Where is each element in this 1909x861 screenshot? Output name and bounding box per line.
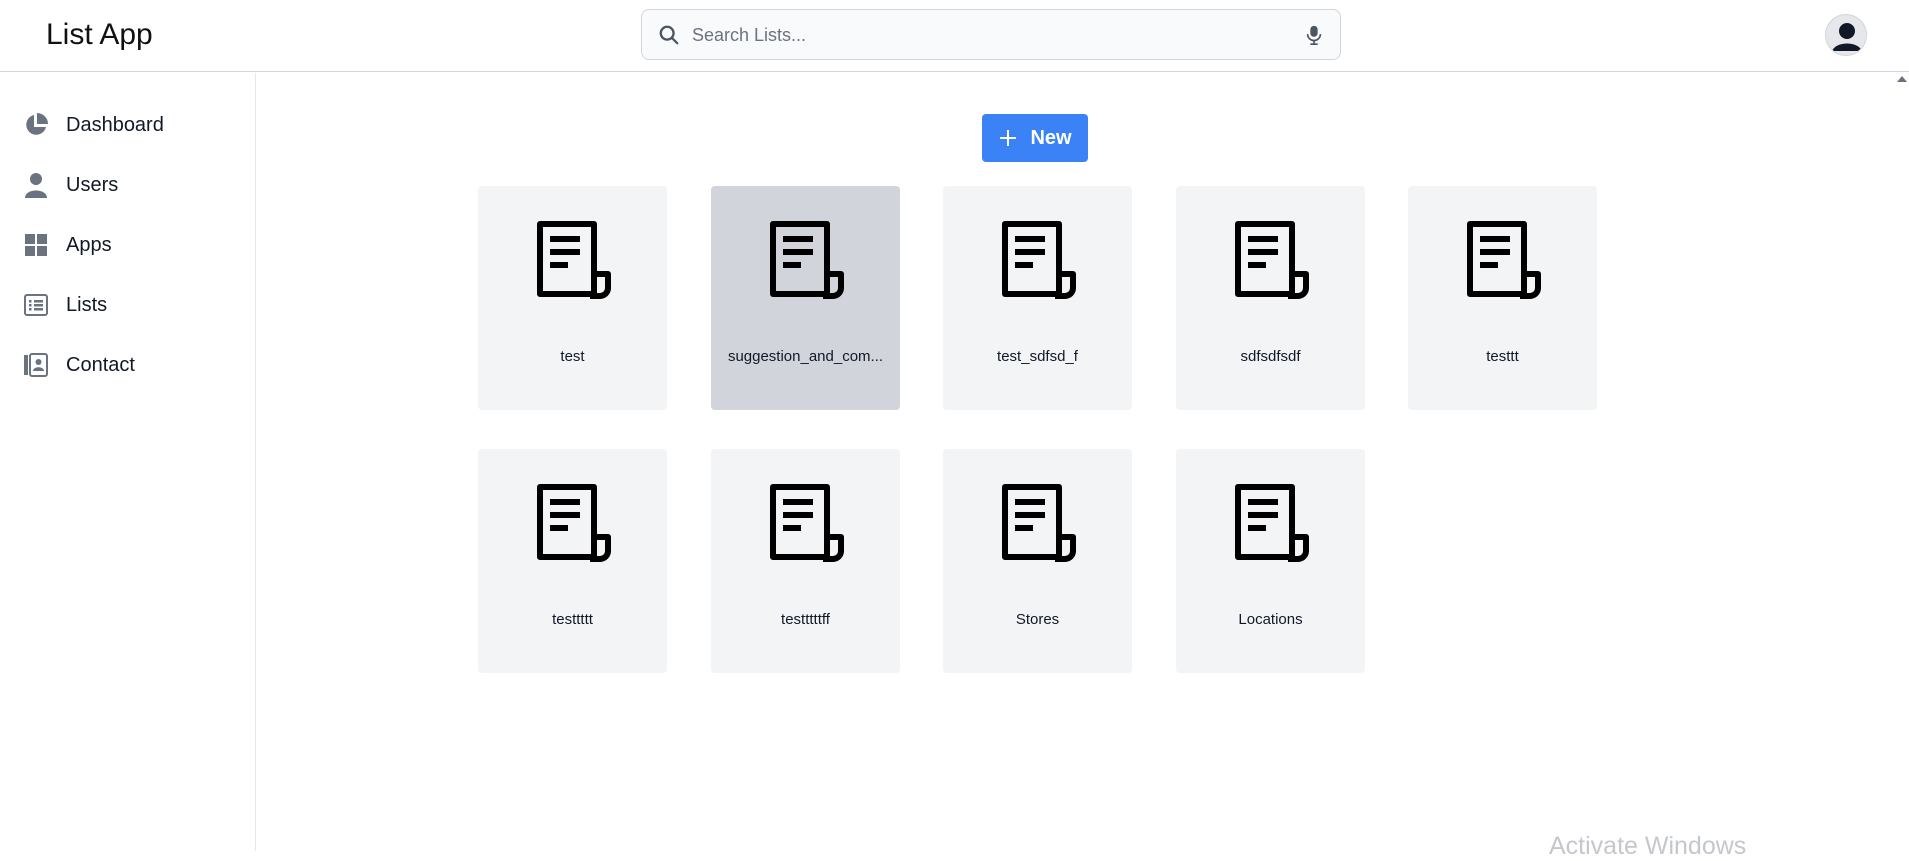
list-card-label: Locations [1238, 611, 1303, 628]
sidebar: Dashboard Users Apps Lists Contact [0, 73, 256, 851]
list-card[interactable]: Locations [1176, 449, 1365, 673]
list-card[interactable]: testtttt [478, 449, 667, 673]
search-icon [659, 25, 679, 45]
sidebar-item-contact[interactable]: Contact [22, 345, 242, 385]
list-card[interactable]: Stores [943, 449, 1132, 673]
sidebar-item-label: Lists [66, 293, 108, 316]
list-icon [22, 291, 50, 319]
search-input[interactable] [692, 18, 1272, 52]
list-card[interactable]: testttttff [711, 449, 900, 673]
list-card[interactable]: suggestion_and_com... [711, 186, 900, 410]
sidebar-item-apps[interactable]: Apps [22, 225, 242, 265]
document-icon [1226, 479, 1316, 569]
list-card-label: testtttt [552, 611, 593, 628]
scrollbar-up-arrow[interactable] [1897, 76, 1907, 82]
top-bar: List App [0, 0, 1909, 72]
list-card[interactable]: sdfsdfsdf [1176, 186, 1365, 410]
sidebar-item-label: Contact [66, 353, 135, 376]
pie-chart-icon [22, 111, 50, 139]
new-button-label: New [1030, 126, 1072, 149]
user-circle-icon [1827, 16, 1866, 55]
document-icon [993, 216, 1083, 306]
sidebar-item-dashboard[interactable]: Dashboard [22, 105, 242, 145]
grid-icon [22, 231, 50, 259]
user-icon [22, 171, 50, 199]
search-bar[interactable] [641, 9, 1341, 60]
user-avatar[interactable] [1825, 14, 1867, 56]
document-icon [761, 479, 851, 569]
list-card-label: test [560, 348, 585, 365]
new-list-button[interactable]: New [982, 114, 1088, 162]
document-icon [761, 216, 851, 306]
document-icon [993, 479, 1083, 569]
list-card[interactable]: test [478, 186, 667, 410]
document-icon [1458, 216, 1548, 306]
main-content: New test suggestion_and_com... test_sdfsd_… [257, 73, 1909, 851]
sidebar-item-users[interactable]: Users [22, 165, 242, 205]
list-card-label: suggestion_and_com... [727, 348, 884, 365]
list-card-label: testtt [1486, 348, 1519, 365]
document-icon [528, 216, 618, 306]
document-icon [528, 479, 618, 569]
plus-icon [1000, 130, 1017, 146]
list-card-label: sdfsdfsdf [1240, 348, 1301, 365]
list-card-label: test_sdfsd_f [997, 348, 1078, 365]
list-card-label: Stores [1015, 611, 1060, 628]
contact-book-icon [22, 351, 50, 379]
activate-windows-watermark: Activate Windows [1549, 832, 1747, 860]
list-card[interactable]: testtt [1408, 186, 1597, 410]
sidebar-item-lists[interactable]: Lists [22, 285, 242, 325]
microphone-icon[interactable] [1304, 24, 1324, 46]
sidebar-item-label: Users [66, 173, 119, 196]
sidebar-item-label: Dashboard [66, 113, 164, 136]
document-icon [1226, 216, 1316, 306]
list-card[interactable]: test_sdfsd_f [943, 186, 1132, 410]
app-title: List App [46, 18, 153, 51]
sidebar-item-label: Apps [66, 233, 112, 256]
list-card-label: testttttff [781, 611, 830, 628]
